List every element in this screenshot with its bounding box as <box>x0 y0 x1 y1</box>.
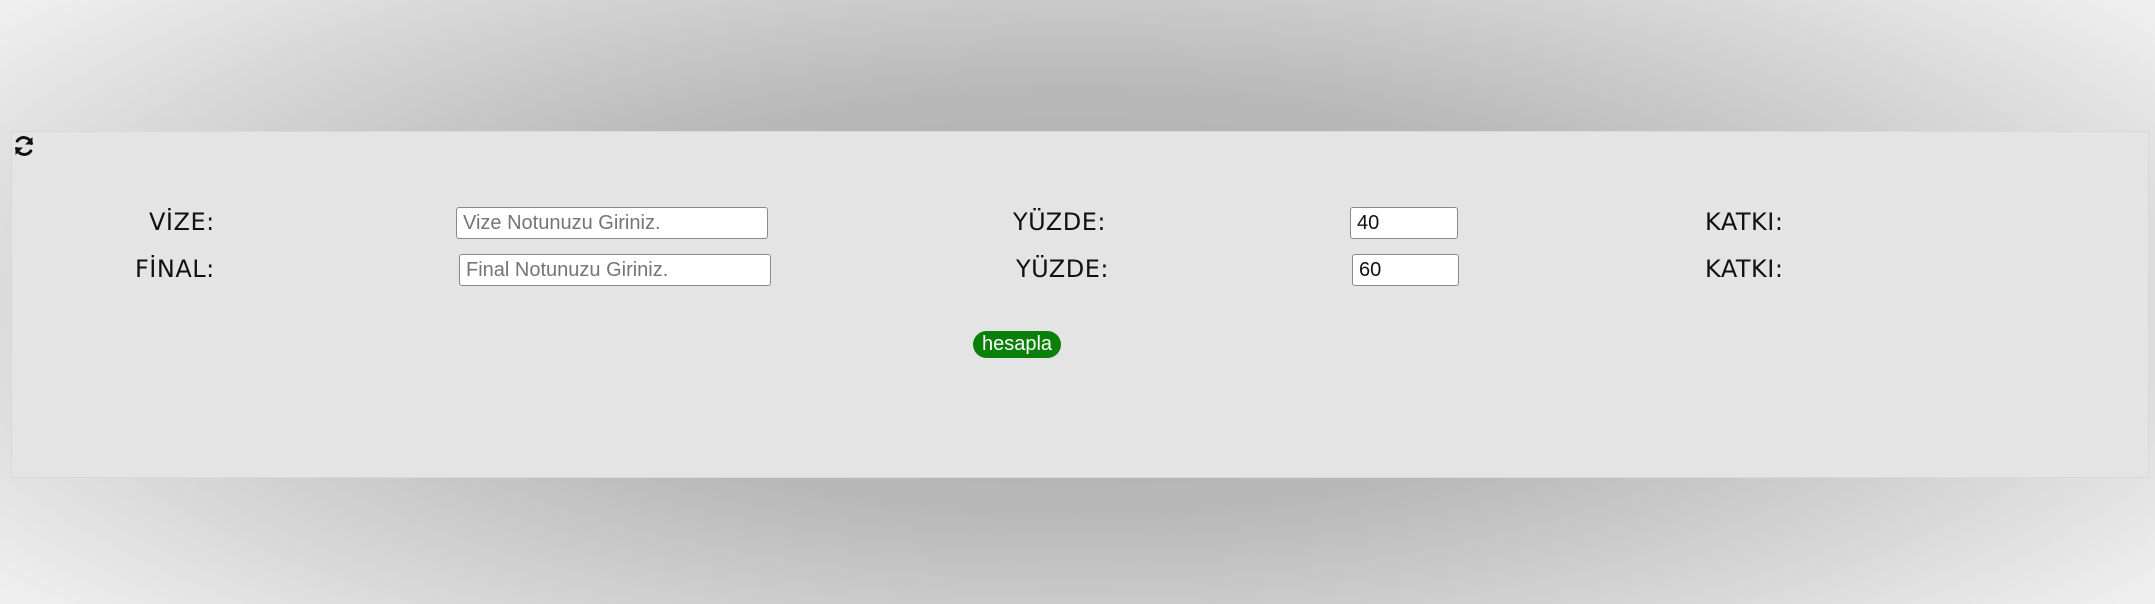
midterm-label: VİZE: <box>149 208 215 236</box>
final-contribution-label: KATKI: <box>1705 255 1784 283</box>
final-label: FİNAL: <box>135 255 215 283</box>
refresh-icon[interactable] <box>12 134 36 158</box>
final-grade-input[interactable] <box>459 254 771 286</box>
midterm-contribution-label: KATKI: <box>1705 208 1784 236</box>
midterm-percent-label: YÜZDE: <box>1013 208 1106 236</box>
grade-calculator-panel <box>12 132 2148 477</box>
final-percent-label: YÜZDE: <box>1016 255 1109 283</box>
final-percent-input[interactable] <box>1352 254 1459 286</box>
midterm-grade-input[interactable] <box>456 207 768 239</box>
calculate-button[interactable]: hesapla <box>973 331 1061 358</box>
midterm-percent-input[interactable] <box>1350 207 1458 239</box>
